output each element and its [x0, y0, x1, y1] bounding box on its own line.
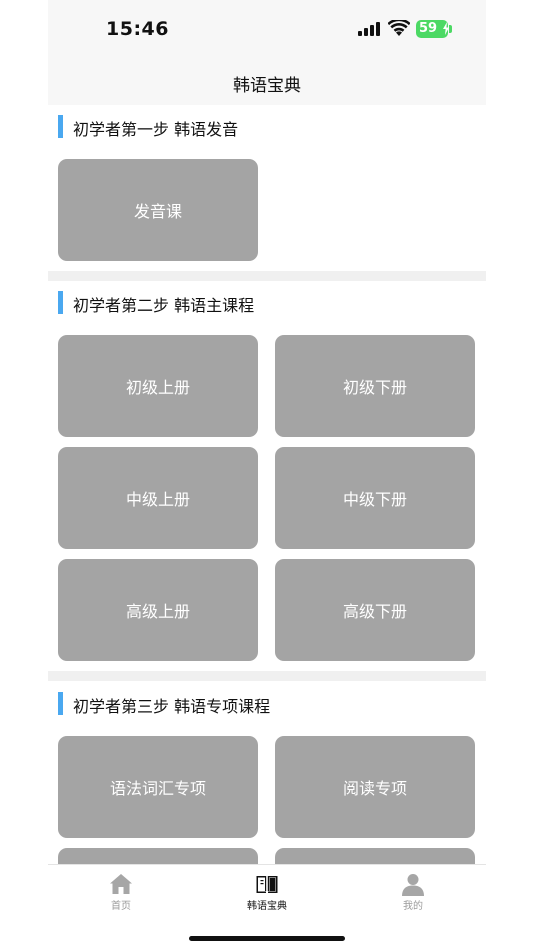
section-title: 初学者第一步 韩语发音	[73, 120, 239, 139]
section-header-main-course: 初学者第二步 韩语主课程	[48, 281, 486, 325]
course-tile-intermediate-vol1[interactable]: 中级上册	[58, 447, 258, 549]
section-header-pronunciation: 初学者第一步 韩语发音	[48, 105, 486, 149]
course-list[interactable]: 初学者第一步 韩语发音 发音课 初学者第二步 韩语主课程 初级上册 初级下册 中…	[48, 105, 486, 864]
course-tile-advanced-vol1[interactable]: 高级上册	[58, 559, 258, 661]
tab-label: 我的	[403, 901, 423, 912]
phone-screen: 15:46 59 韩语宝典 初学者第一步 韩语发音 发音课 初学者第二步 韩语主…	[48, 0, 486, 950]
wifi-icon	[388, 20, 410, 36]
section-accent-bar	[58, 291, 63, 314]
course-tile-advanced-vol2[interactable]: 高级下册	[275, 559, 475, 661]
section-title: 初学者第三步 韩语专项课程	[73, 697, 271, 716]
course-tile-reading[interactable]: 阅读专项	[275, 736, 475, 838]
course-tile-grammar-vocabulary[interactable]: 语法词汇专项	[58, 736, 258, 838]
home-indicator[interactable]	[189, 936, 345, 941]
status-time: 15:46	[106, 18, 169, 40]
section-divider	[48, 671, 486, 681]
profile-icon	[402, 874, 424, 896]
tab-home[interactable]: 首页	[48, 865, 194, 915]
course-tile[interactable]	[275, 848, 475, 864]
section-title: 初学者第二步 韩语主课程	[73, 296, 255, 315]
status-bar: 15:46 59	[48, 0, 486, 60]
home-icon	[110, 874, 132, 894]
battery-nub	[449, 25, 452, 33]
tab-profile[interactable]: 我的	[340, 865, 486, 915]
section-header-special-course: 初学者第三步 韩语专项课程	[48, 682, 486, 726]
course-tile-beginner-vol2[interactable]: 初级下册	[275, 335, 475, 437]
cellular-signal-icon	[358, 22, 380, 36]
section-divider	[48, 271, 486, 281]
book-icon	[256, 876, 278, 893]
navigation-bar: 韩语宝典	[48, 60, 486, 105]
section-accent-bar	[58, 115, 63, 138]
tab-label: 首页	[111, 901, 131, 912]
tab-korean-dictionary[interactable]: 韩语宝典	[194, 865, 340, 915]
course-tile-intermediate-vol2[interactable]: 中级下册	[275, 447, 475, 549]
course-tile-beginner-vol1[interactable]: 初级上册	[58, 335, 258, 437]
battery-level: 59	[419, 21, 438, 36]
course-tile[interactable]	[58, 848, 258, 864]
tab-label: 韩语宝典	[247, 901, 287, 912]
page-title: 韩语宝典	[233, 76, 301, 96]
section-accent-bar	[58, 692, 63, 715]
course-tile-pronunciation[interactable]: 发音课	[58, 159, 258, 261]
